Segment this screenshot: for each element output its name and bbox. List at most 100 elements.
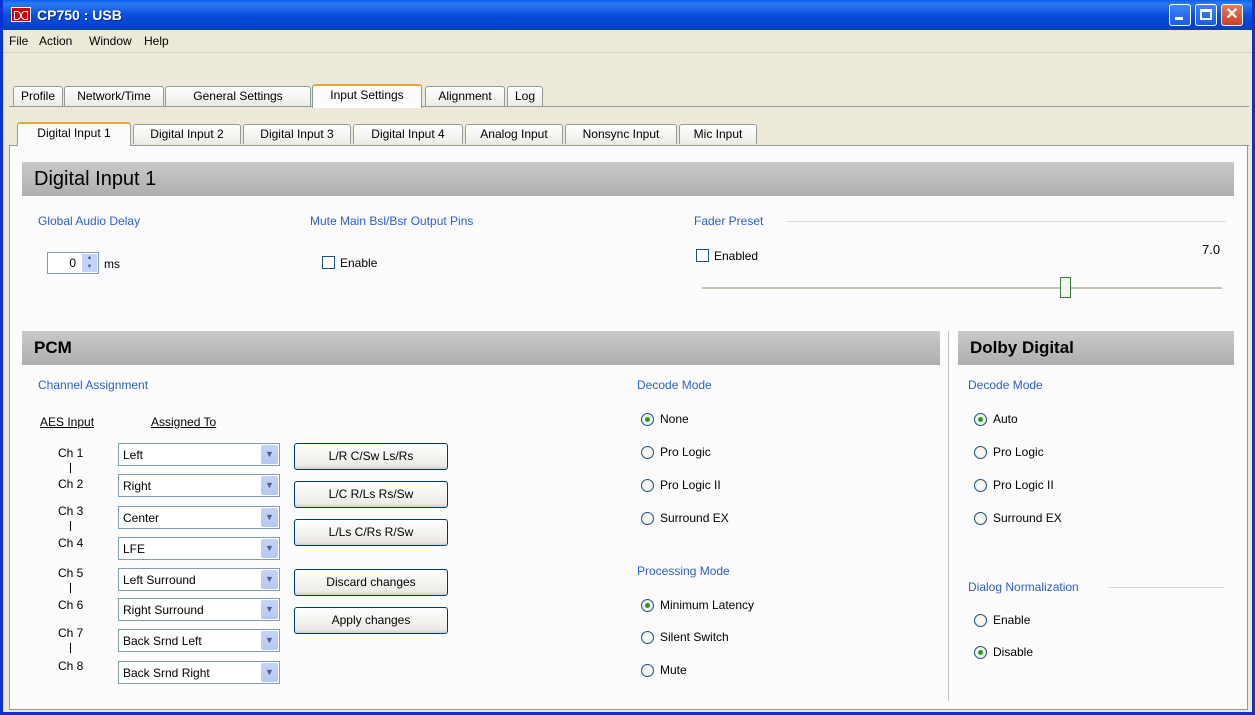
channel-assignment-label: Channel Assignment <box>38 378 149 392</box>
maximize-button[interactable] <box>1195 4 1217 26</box>
title-bar[interactable]: CP750 : USB ✕ <box>3 0 1252 30</box>
channel-assignment-select[interactable]: Center ▼ <box>118 506 280 529</box>
tab-digital-input-1[interactable]: Digital Input 1 <box>17 122 131 146</box>
radio-label: Pro Logic <box>993 445 1044 459</box>
spinner-buttons[interactable]: ▲ ▼ <box>82 254 97 272</box>
fader-slider-track[interactable] <box>702 287 1222 290</box>
main-tab-divider <box>9 106 1249 107</box>
mute-pins-checkbox-label: Enable <box>340 256 378 270</box>
chevron-down-icon[interactable]: ▼ <box>261 570 278 589</box>
content-panel: Digital Input 1 Global Audio Delay 0 ▲ ▼… <box>9 146 1248 710</box>
pcm-header: PCM <box>22 331 940 365</box>
radio-label: Pro Logic II <box>660 478 721 492</box>
tab-analog-input[interactable]: Analog Input <box>465 124 563 144</box>
menu-bar: File Action Window Help <box>3 30 1252 53</box>
channel-pair-connector <box>70 463 71 473</box>
tab-general-settings[interactable]: General Settings <box>165 86 311 106</box>
chevron-down-icon[interactable]: ▼ <box>261 631 278 650</box>
global-audio-delay-spinner[interactable]: 0 ▲ ▼ <box>47 252 99 274</box>
pcm-decode-none-radio[interactable] <box>641 413 654 426</box>
channel-assignment-select[interactable]: Left ▼ <box>118 443 280 466</box>
tab-input-settings[interactable]: Input Settings <box>312 84 422 108</box>
spin-down-icon[interactable]: ▼ <box>82 263 97 272</box>
dialog-norm-disable-radio[interactable] <box>974 646 987 659</box>
minimize-button[interactable] <box>1169 4 1191 26</box>
window-title: CP750 : USB <box>37 7 122 23</box>
processing-mute-radio[interactable] <box>641 664 654 677</box>
tab-network-time[interactable]: Network/Time <box>64 86 164 106</box>
chevron-down-icon[interactable]: ▼ <box>261 539 278 558</box>
dolby-logo-icon <box>11 7 31 22</box>
channel-label: Ch 6 <box>58 598 84 612</box>
fader-preset-value: 7.0 <box>1202 242 1221 257</box>
radio-label: None <box>660 412 689 426</box>
channel-assignment-select[interactable]: Back Srnd Left ▼ <box>118 629 280 652</box>
chevron-down-icon[interactable]: ▼ <box>261 445 278 464</box>
tab-nonsync-input[interactable]: Nonsync Input <box>565 124 677 144</box>
section-divider <box>948 331 949 701</box>
radio-label: Minimum Latency <box>660 598 755 612</box>
channel-label: Ch 8 <box>58 659 84 673</box>
channel-assignment-select[interactable]: Right ▼ <box>118 474 280 497</box>
page-title: Digital Input 1 <box>22 162 1234 196</box>
menu-file[interactable]: File <box>9 34 28 48</box>
chevron-down-icon[interactable]: ▼ <box>261 476 278 495</box>
tab-digital-input-2[interactable]: Digital Input 2 <box>133 124 241 144</box>
tab-digital-input-4[interactable]: Digital Input 4 <box>353 124 463 144</box>
spin-up-icon[interactable]: ▲ <box>82 254 97 263</box>
pcm-decode-pro-logic-ii-radio[interactable] <box>641 479 654 492</box>
preset-lr-csw-lsrs-button[interactable]: L/R C/Sw Ls/Rs <box>294 443 448 470</box>
fader-preset-checkbox[interactable] <box>696 249 709 262</box>
minimize-icon <box>1175 17 1183 20</box>
fader-slider-thumb[interactable] <box>1060 277 1071 298</box>
discard-changes-button[interactable]: Discard changes <box>294 569 448 596</box>
tab-profile[interactable]: Profile <box>13 86 63 106</box>
mute-pins-checkbox[interactable] <box>322 256 335 269</box>
dolby-decode-pro-logic-radio[interactable] <box>974 446 987 459</box>
channel-pair-connector <box>70 521 71 531</box>
chevron-down-icon[interactable]: ▼ <box>261 663 278 682</box>
processing-minimum-latency-radio[interactable] <box>641 599 654 612</box>
apply-changes-button[interactable]: Apply changes <box>294 607 448 634</box>
channel-assignment-select[interactable]: LFE ▼ <box>118 537 280 560</box>
channel-label: Ch 5 <box>58 566 84 580</box>
tab-log[interactable]: Log <box>507 86 543 106</box>
channel-label: Ch 2 <box>58 477 84 491</box>
radio-label: Auto <box>993 412 1018 426</box>
preset-lc-rls-rssw-button[interactable]: L/C R/Ls Rs/Sw <box>294 481 448 508</box>
aes-input-header: AES Input <box>40 415 95 429</box>
chevron-down-icon[interactable]: ▼ <box>261 600 278 619</box>
radio-label: Surround EX <box>660 511 729 525</box>
dialog-normalization-label: Dialog Normalization <box>968 580 1079 594</box>
fader-preset-checkbox-label: Enabled <box>714 249 759 263</box>
menu-action[interactable]: Action <box>39 34 72 48</box>
pcm-decode-surround-ex-radio[interactable] <box>641 512 654 525</box>
fader-preset-label: Fader Preset <box>694 214 764 228</box>
app-window: CP750 : USB ✕ File Action Window Help Pr… <box>0 0 1255 715</box>
preset-lls-crs-rsw-button[interactable]: L/Ls C/Rs R/Sw <box>294 519 448 546</box>
processing-silent-switch-radio[interactable] <box>641 631 654 644</box>
channel-label: Ch 4 <box>58 536 84 550</box>
pcm-decode-pro-logic-radio[interactable] <box>641 446 654 459</box>
close-button[interactable]: ✕ <box>1221 4 1243 26</box>
tab-mic-input[interactable]: Mic Input <box>679 124 757 144</box>
chevron-down-icon[interactable]: ▼ <box>261 508 278 527</box>
channel-pair-connector <box>70 583 71 593</box>
dolby-decode-pro-logic-ii-radio[interactable] <box>974 479 987 492</box>
dolby-decode-auto-radio[interactable] <box>974 413 987 426</box>
radio-label: Enable <box>993 613 1031 627</box>
channel-assignment-select[interactable]: Back Srnd Right ▼ <box>118 661 280 684</box>
menu-help[interactable]: Help <box>144 34 169 48</box>
menu-window[interactable]: Window <box>89 34 132 48</box>
radio-label: Mute <box>660 663 687 677</box>
channel-assignment-select[interactable]: Right Surround ▼ <box>118 598 280 621</box>
dialog-norm-enable-radio[interactable] <box>974 614 987 627</box>
channel-assignment-select[interactable]: Left Surround ▼ <box>118 568 280 591</box>
tab-alignment[interactable]: Alignment <box>425 86 505 106</box>
dolby-decode-surround-ex-radio[interactable] <box>974 512 987 525</box>
radio-label: Pro Logic II <box>993 478 1054 492</box>
dolby-decode-mode-label: Decode Mode <box>968 378 1043 392</box>
selected-value: Center <box>123 511 160 525</box>
tab-digital-input-3[interactable]: Digital Input 3 <box>243 124 351 144</box>
selected-value: Left Surround <box>123 573 196 587</box>
